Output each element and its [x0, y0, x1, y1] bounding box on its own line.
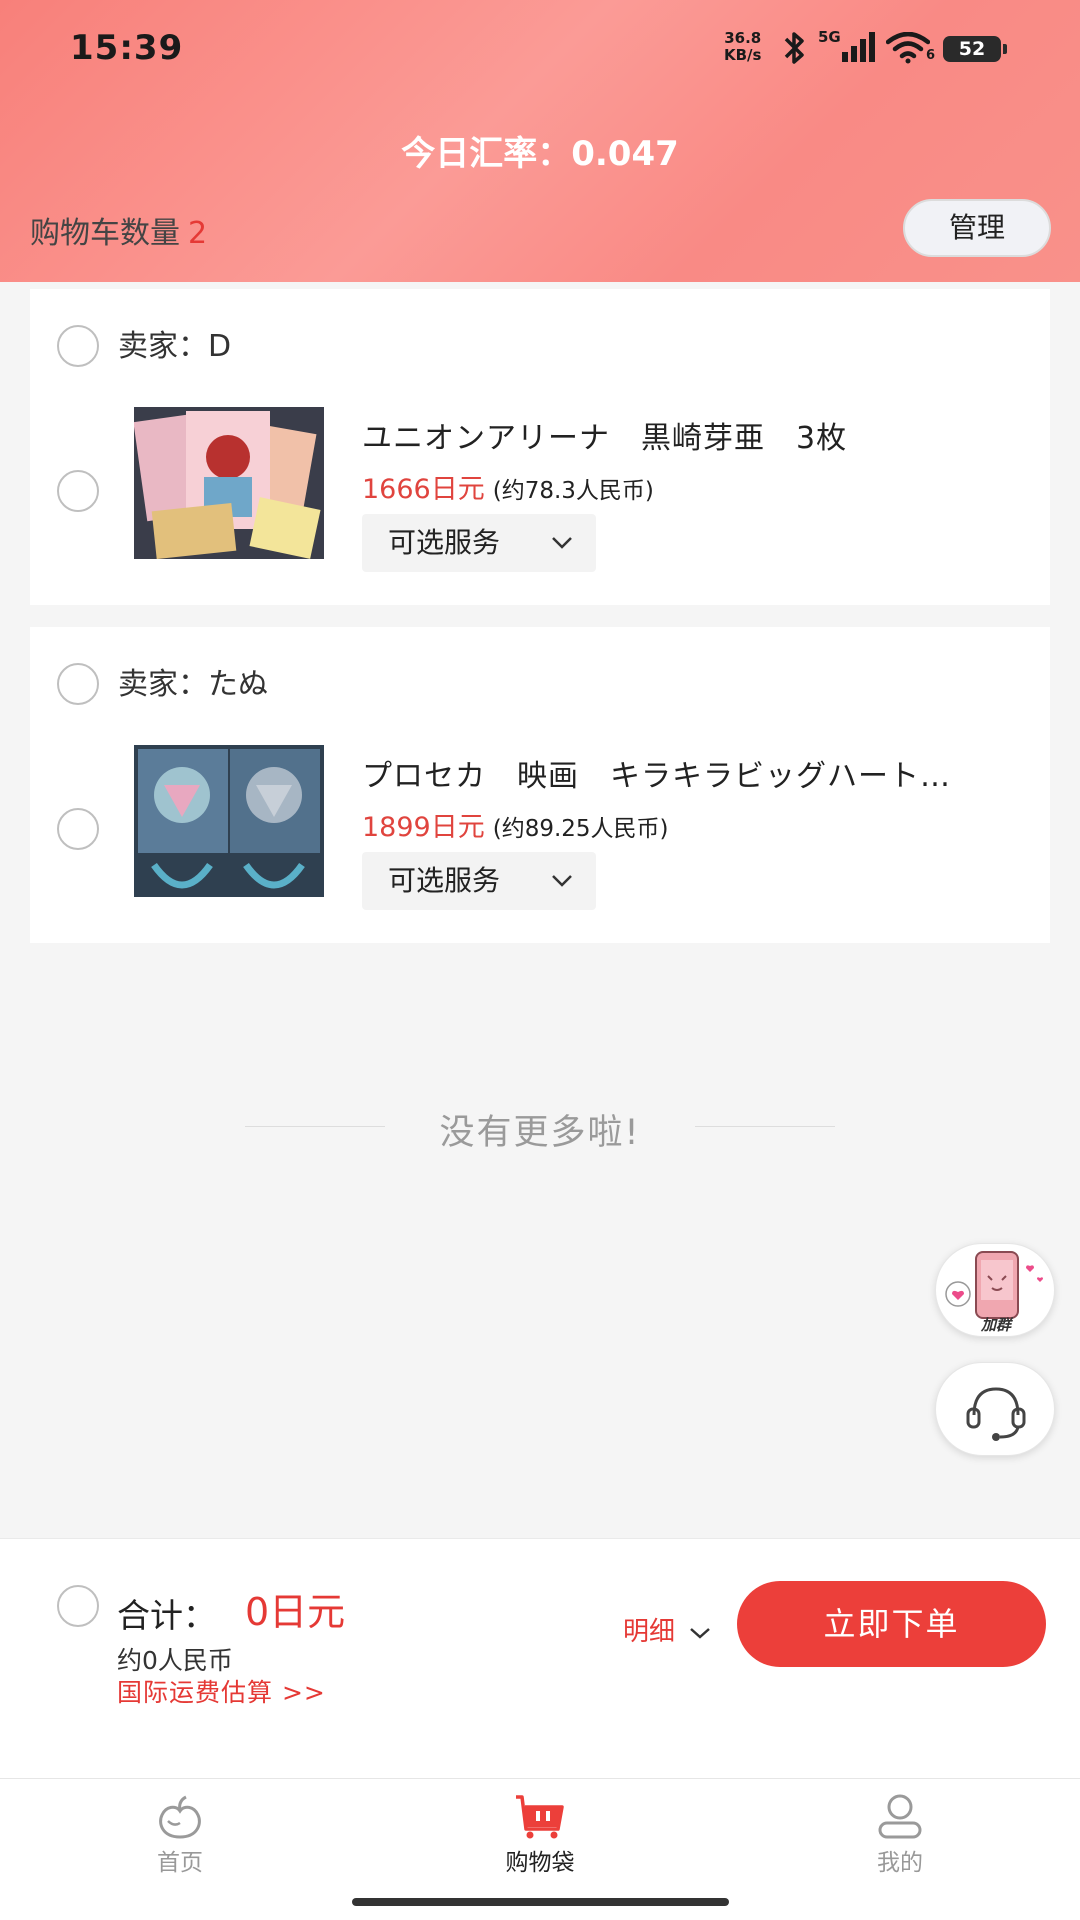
checkout-bar: 合计： 0日元 约0人民币 国际运费估算 >> 明细 立即下单	[0, 1538, 1080, 1778]
item-thumbnail[interactable]	[134, 407, 324, 559]
tab-shopping-bag-label: 购物袋	[505, 1850, 575, 1876]
chevron-down-icon	[552, 875, 572, 887]
phone-mascot-icon: 加群	[945, 1251, 1043, 1334]
seller-select-radio[interactable]	[57, 325, 99, 367]
detail-label: 明细	[623, 1617, 676, 1647]
list-end-text: 没有更多啦!	[439, 1113, 641, 1153]
seller-name: 卖家：D	[118, 329, 232, 364]
optional-service-label: 可选服务	[388, 864, 501, 897]
detail-toggle[interactable]: 明细	[623, 1611, 711, 1648]
network-type-label: 5G	[818, 28, 841, 46]
shopping-bag-icon	[516, 1795, 564, 1839]
divider-line	[695, 1126, 835, 1127]
cny-total: 约0人民币	[117, 1646, 233, 1675]
total-label: 合计：	[117, 1596, 216, 1635]
item-select-radio[interactable]	[57, 808, 99, 850]
network-speed-unit: KB/s	[724, 46, 762, 64]
user-icon	[878, 1794, 922, 1839]
total-amount: 0日元	[245, 1590, 346, 1634]
wifi-icon	[886, 32, 930, 64]
manage-button[interactable]: 管理	[903, 199, 1051, 257]
chevron-down-icon	[690, 1627, 710, 1639]
bluetooth-icon	[784, 32, 804, 64]
customer-service-button[interactable]	[935, 1362, 1055, 1456]
battery-icon: 52	[943, 36, 1007, 62]
join-group-button[interactable]: 加群	[935, 1243, 1055, 1337]
seller-select-radio[interactable]	[57, 663, 99, 705]
wifi-sub-label: 6	[926, 48, 936, 63]
cellular-signal-icon	[842, 32, 875, 62]
item-price-cny: (约78.3人民币)	[492, 478, 654, 504]
network-speed-value: 36.8	[724, 29, 762, 47]
item-thumbnail[interactable]	[134, 745, 324, 897]
item-price: 1666日元 (约78.3人民币)	[362, 467, 654, 506]
exchange-rate: 今日汇率：0.047	[401, 134, 679, 174]
header: 15:39 36.8 KB/s 5G 6 52 今日汇率：0.047 购物车数量…	[0, 0, 1080, 282]
cart-count-label: 购物车数量	[30, 216, 180, 251]
item-select-radio[interactable]	[57, 470, 99, 512]
tab-home-label: 首页	[157, 1850, 203, 1876]
optional-service-dropdown[interactable]: 可选服务	[362, 852, 596, 910]
headset-icon	[966, 1387, 1026, 1441]
item-price-jpy: 1666日元	[362, 474, 485, 505]
status-time: 15:39	[70, 28, 184, 68]
item-price: 1899日元 (约89.25人民币)	[362, 805, 669, 844]
keychain-goods-image	[134, 745, 324, 897]
item-title[interactable]: プロセカ 映画 キラキラビッグハート…	[362, 751, 1032, 795]
optional-service-label: 可选服务	[388, 526, 501, 559]
place-order-button[interactable]: 立即下单	[737, 1581, 1046, 1667]
status-bar: 15:39 36.8 KB/s 5G 6 52	[0, 0, 1080, 100]
seller-card: 卖家：たぬ プロセカ 映画 キラキラビッグハート… 1899日元 (约89.25人…	[30, 627, 1050, 943]
tab-profile[interactable]: 我的	[720, 1779, 1080, 1889]
seller-card: 卖家：D ユニオンアリーナ 黒崎芽亜 3枚 1666日元 (约78.3人民币) 可…	[30, 289, 1050, 605]
select-all-radio[interactable]	[57, 1585, 99, 1627]
join-group-label: 加群	[980, 1316, 1014, 1334]
optional-service-dropdown[interactable]: 可选服务	[362, 514, 596, 572]
trading-cards-image	[134, 407, 324, 559]
shipping-estimate-link[interactable]: 国际运费估算 >>	[117, 1673, 326, 1709]
item-title[interactable]: ユニオンアリーナ 黒崎芽亜 3枚	[362, 413, 1032, 457]
network-speed: 36.8 KB/s	[724, 30, 761, 64]
seller-name: 卖家：たぬ	[118, 667, 268, 702]
peach-icon	[159, 1795, 201, 1839]
tab-shopping-bag[interactable]: 购物袋	[360, 1779, 720, 1889]
home-indicator[interactable]	[352, 1898, 729, 1906]
item-price-cny: (约89.25人民币)	[492, 816, 669, 842]
cart-count-number: 2	[188, 216, 208, 251]
chevron-down-icon	[552, 537, 572, 549]
tab-home[interactable]: 首页	[0, 1779, 360, 1889]
item-price-jpy: 1899日元	[362, 812, 485, 843]
cart-count: 购物车数量 2	[30, 208, 207, 252]
tab-profile-label: 我的	[877, 1850, 923, 1876]
